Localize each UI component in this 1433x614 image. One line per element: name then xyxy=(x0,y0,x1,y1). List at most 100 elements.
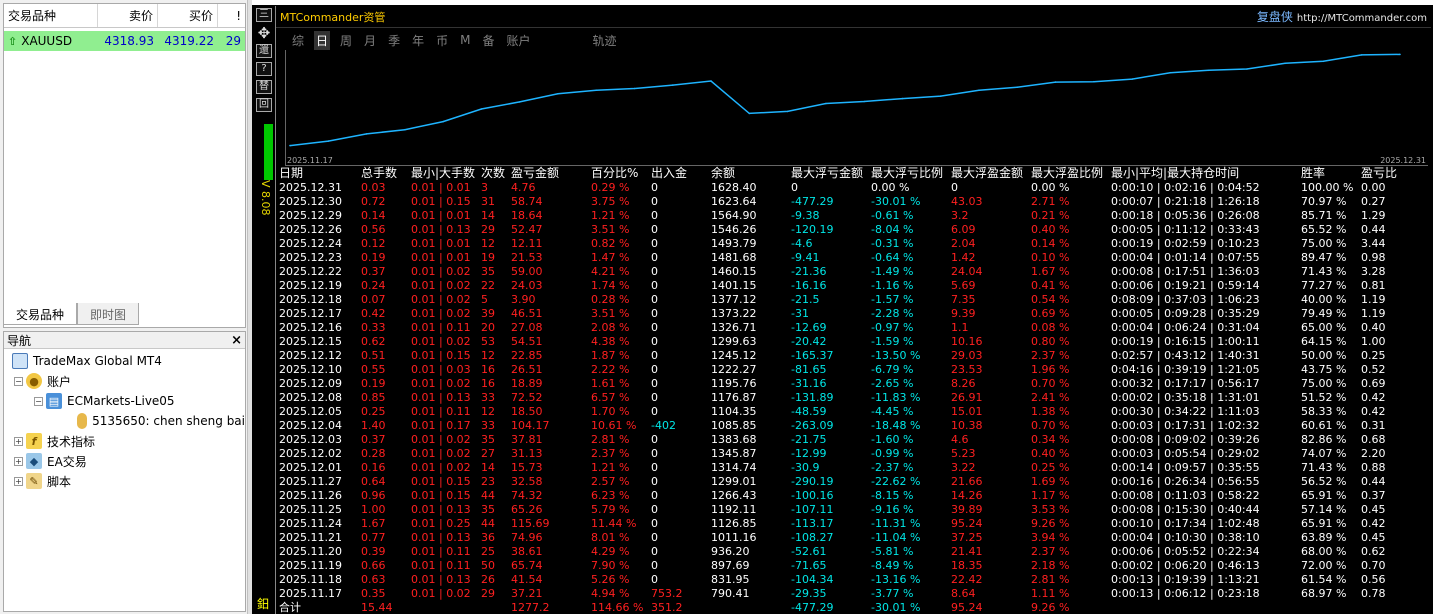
table-row[interactable]: 2025.12.18 0.07 0.01 | 0.02 5 3.90 0.28 % 0 137… xyxy=(279,293,1432,307)
tab-account[interactable]: 账户 xyxy=(504,31,532,50)
tree-item-terminal[interactable]: TradeMax Global MT4 xyxy=(4,351,245,371)
tool-button-3[interactable]: 回 xyxy=(256,98,272,112)
column-header[interactable]: 最大浮盈金额 xyxy=(951,166,1023,180)
table-row[interactable]: 2025.11.18 0.63 0.01 | 0.13 26 41.54 5.26 % 0 8… xyxy=(279,573,1432,587)
column-header[interactable]: 最小|大手数 xyxy=(411,166,475,180)
column-header[interactable]: 日期 xyxy=(279,166,303,180)
tab-magic[interactable]: M xyxy=(458,32,472,48)
tab-monthly[interactable]: 月 xyxy=(362,31,378,50)
tab-track[interactable]: 轨迹 xyxy=(591,31,619,50)
tree-item-expert-advisors[interactable]: + ◆ EA交易 xyxy=(4,451,245,471)
equity-point xyxy=(1093,80,1095,83)
spread-column-header[interactable]: ! xyxy=(218,4,245,27)
tree-item-server[interactable]: − ▤ ECMarkets-Live05 xyxy=(4,391,245,411)
ask-column-header[interactable]: 买价 xyxy=(158,4,218,27)
tab-summary[interactable]: 综 xyxy=(290,31,306,50)
table-row[interactable]: 2025.12.04 1.40 0.01 | 0.17 33 104.17 10.61 %… xyxy=(279,419,1432,433)
symbol-row-xauusd[interactable]: ⇧ XAUUSD 4318.93 4319.22 29 xyxy=(4,31,245,51)
brand-link[interactable]: 复盘侠 xyxy=(1257,10,1293,24)
column-header[interactable]: 总手数 xyxy=(361,166,397,180)
table-cell: 15.01 xyxy=(951,405,983,418)
table-row[interactable]: 2025.12.30 0.72 0.01 | 0.15 31 58.74 3.75 % 0 1… xyxy=(279,195,1432,209)
table-row[interactable]: 2025.12.26 0.56 0.01 | 0.13 29 52.47 3.51 % 0 1… xyxy=(279,223,1432,237)
table-row[interactable]: 2025.12.24 0.12 0.01 | 0.01 12 12.11 0.82 % 0 1… xyxy=(279,237,1432,251)
tree-item-accounts[interactable]: − ● 账户 xyxy=(4,371,245,391)
collapse-icon[interactable]: − xyxy=(14,376,23,386)
column-header[interactable]: 盈亏金额 xyxy=(511,166,559,180)
tab-currency[interactable]: 币 xyxy=(434,31,450,50)
move-icon[interactable]: ✥ xyxy=(256,26,272,41)
table-row[interactable]: 2025.12.31 0.03 0.01 | 0.01 3 4.76 0.29 % 0 162… xyxy=(279,181,1432,195)
table-row[interactable]: 2025.11.20 0.39 0.01 | 0.11 25 38.61 4.29 % 0 9… xyxy=(279,545,1432,559)
column-header[interactable]: 余额 xyxy=(711,166,735,180)
bid-column-header[interactable]: 卖价 xyxy=(98,4,158,27)
table-row[interactable]: 2025.12.23 0.19 0.01 | 0.01 19 21.53 1.47 % 0 1… xyxy=(279,251,1432,265)
column-header[interactable]: 百分比% xyxy=(591,166,638,180)
expand-icon[interactable]: + xyxy=(14,456,23,466)
table-row[interactable]: 2025.12.19 0.24 0.01 | 0.02 22 24.03 1.74 % 0 1… xyxy=(279,279,1432,293)
tab-yearly[interactable]: 年 xyxy=(410,31,426,50)
table-row[interactable]: 2025.12.10 0.55 0.01 | 0.03 16 26.51 2.22 % 0 1… xyxy=(279,363,1432,377)
tab-tick-chart[interactable]: 即时图 xyxy=(77,303,140,325)
table-row[interactable]: 2025.12.12 0.51 0.01 | 0.15 12 22.85 1.87 % 0 1… xyxy=(279,349,1432,363)
table-row[interactable]: 2025.11.25 1.00 0.01 | 0.13 35 65.26 5.79 % 0 1… xyxy=(279,503,1432,517)
column-header[interactable]: 次数 xyxy=(481,166,505,180)
table-row[interactable]: 2025.12.17 0.42 0.01 | 0.02 39 46.51 3.51 % 0 1… xyxy=(279,307,1432,321)
table-cell: 41.54 xyxy=(511,573,543,586)
website-link[interactable]: http://MTCommander.com xyxy=(1297,13,1427,24)
tab-weekly[interactable]: 周 xyxy=(338,31,354,50)
table-row[interactable]: 2025.12.01 0.16 0.01 | 0.02 14 15.73 1.21 % 0 1… xyxy=(279,461,1432,475)
column-header[interactable]: 出入金 xyxy=(651,166,687,180)
table-cell: 26.51 xyxy=(511,363,543,376)
table-row[interactable]: 2025.11.27 0.64 0.01 | 0.15 23 32.58 2.57 % 0 1… xyxy=(279,475,1432,489)
tree-item-scripts[interactable]: + ✎ 脚本 xyxy=(4,471,245,491)
table-cell: 0 xyxy=(651,489,658,502)
column-header[interactable]: 胜率 xyxy=(1301,166,1325,180)
table-cell: 0 xyxy=(651,517,658,530)
column-header[interactable]: 盈亏比 xyxy=(1361,166,1397,180)
table-cell: 0:00:02 | 0:06:20 | 0:46:13 xyxy=(1111,559,1260,572)
table-row[interactable]: 2025.12.08 0.85 0.01 | 0.13 33 72.52 6.57 % 0 1… xyxy=(279,391,1432,405)
tool-button-1[interactable]: 還 xyxy=(256,44,272,58)
tool-button-2[interactable]: 替 xyxy=(256,80,272,94)
tab-notes[interactable]: 备 xyxy=(480,31,496,50)
tree-item-account[interactable]: 5135650: chen sheng bai xyxy=(4,411,245,431)
column-header[interactable]: 最大浮亏比例 xyxy=(871,166,943,180)
table-cell: 2025.12.26 xyxy=(279,223,342,236)
expand-icon[interactable]: + xyxy=(14,476,23,486)
table-cell: 0.01 | 0.03 xyxy=(411,363,471,376)
table-row[interactable]: 2025.11.26 0.96 0.01 | 0.15 44 74.32 6.23 % 0 1… xyxy=(279,489,1432,503)
tab-daily[interactable]: 日 xyxy=(314,30,331,50)
expand-icon[interactable]: + xyxy=(14,436,23,446)
column-header[interactable]: 最小|平均|最大持仓时间 xyxy=(1111,166,1239,180)
table-row[interactable]: 2025.12.05 0.25 0.01 | 0.11 12 18.50 1.70 % 0 1… xyxy=(279,405,1432,419)
table-row[interactable]: 2025.12.09 0.19 0.01 | 0.02 16 18.89 1.61 % 0 1… xyxy=(279,377,1432,391)
table-row[interactable]: 2025.11.21 0.77 0.01 | 0.13 36 74.96 8.01 % 0 1… xyxy=(279,531,1432,545)
tab-symbols[interactable]: 交易品种 xyxy=(3,303,78,325)
table-row[interactable]: 2025.12.29 0.14 0.01 | 0.01 14 18.64 1.21 % 0 1… xyxy=(279,209,1432,223)
table-row[interactable]: 2025.12.03 0.37 0.01 | 0.02 35 37.81 2.81 % 0 1… xyxy=(279,433,1432,447)
column-header[interactable]: 最大浮盈比例 xyxy=(1031,166,1103,180)
table-cell: 0.01 | 0.15 xyxy=(411,349,471,362)
tab-quarterly[interactable]: 季 xyxy=(386,31,402,50)
table-row[interactable]: 2025.11.17 0.35 0.01 | 0.02 29 37.21 4.94 % 75… xyxy=(279,587,1432,601)
table-cell: 0.00 xyxy=(1361,181,1386,194)
help-icon[interactable]: ? xyxy=(256,62,272,76)
table-cell: 0.80 % xyxy=(1031,335,1070,348)
symbol-column-header[interactable]: 交易品种 xyxy=(4,4,98,27)
table-cell: 2025.11.24 xyxy=(279,517,342,530)
table-row[interactable]: 2025.11.19 0.66 0.01 | 0.11 50 65.74 7.90 % 0 8… xyxy=(279,559,1432,573)
table-row[interactable]: 2025.11.24 1.67 0.01 | 0.25 44 115.69 11.44 %… xyxy=(279,517,1432,531)
table-row[interactable]: 2025.12.22 0.37 0.01 | 0.02 35 59.00 4.21 % 0 1… xyxy=(279,265,1432,279)
table-cell: 0.41 % xyxy=(1031,279,1070,292)
table-row[interactable]: 2025.12.15 0.62 0.01 | 0.02 53 54.51 4.38 % 0 1… xyxy=(279,335,1432,349)
table-row[interactable]: 2025.12.02 0.28 0.01 | 0.02 27 31.13 2.37 % 0 1… xyxy=(279,447,1432,461)
table-row[interactable]: 2025.12.16 0.33 0.01 | 0.11 20 27.08 2.08 % 0 1… xyxy=(279,321,1432,335)
close-icon[interactable]: × xyxy=(231,333,242,348)
table-cell: 20 xyxy=(481,321,495,334)
column-header[interactable]: 最大浮亏金额 xyxy=(791,166,863,180)
tree-item-indicators[interactable]: + f 技术指标 xyxy=(4,431,245,451)
menu-icon[interactable]: 三 xyxy=(256,8,272,22)
table-cell: 0.01 | 0.01 xyxy=(411,251,471,264)
collapse-icon[interactable]: − xyxy=(34,396,43,406)
